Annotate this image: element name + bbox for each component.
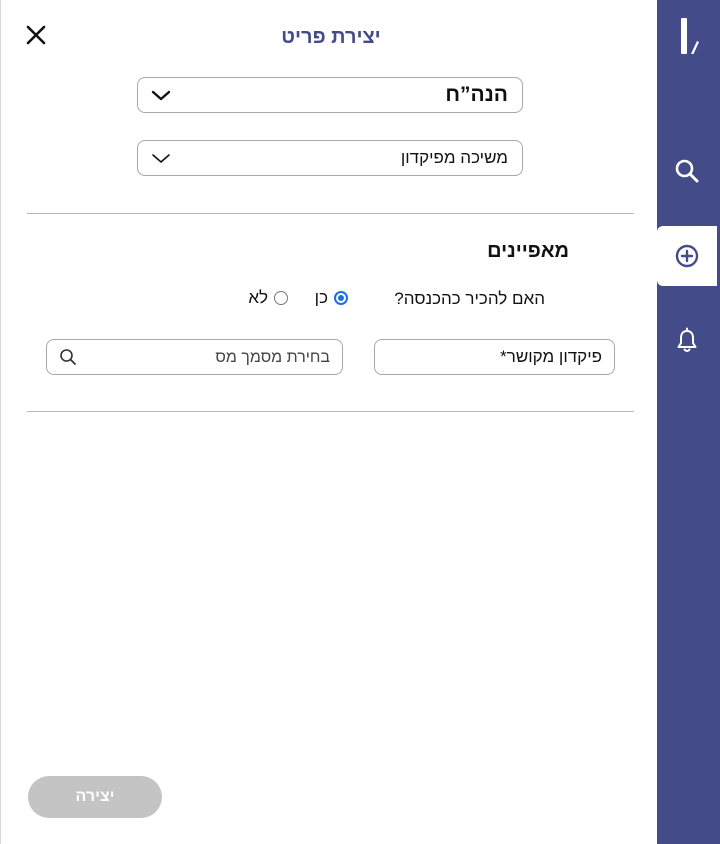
divider [27, 411, 634, 412]
radio-yes-circle[interactable] [334, 291, 348, 305]
close-icon[interactable] [23, 22, 49, 48]
recognize-income-question: האם להכיר כהכנסה? [394, 289, 545, 308]
right-rail [657, 0, 720, 844]
radio-yes-label: כן [314, 288, 328, 307]
logo-icon[interactable] [657, 14, 720, 60]
rail-notifications-button[interactable] [657, 311, 717, 371]
attributes-heading: מאפיינים [487, 240, 569, 262]
radio-no-circle[interactable] [274, 291, 288, 305]
category-select[interactable]: הנה”ח [137, 77, 523, 113]
divider [27, 213, 634, 214]
create-button[interactable]: יצירה [28, 776, 162, 818]
search-icon [675, 159, 699, 183]
tax-document-input[interactable] [83, 344, 332, 372]
category-select-value: הנה”ח [445, 83, 508, 106]
create-item-panel: יצירת פריט הנה”ח משיכה מפיקדון מאפיינים … [0, 0, 657, 844]
rail-search-button[interactable] [657, 141, 717, 201]
app-frame: יצירת פריט הנה”ח משיכה מפיקדון מאפיינים … [0, 0, 720, 844]
radio-no[interactable]: לא [248, 288, 288, 308]
radio-yes[interactable]: כן [315, 288, 348, 308]
page-title: יצירת פריט [281, 26, 381, 48]
type-select-value: משיכה מפיקדון [400, 148, 508, 167]
chevron-down-icon [152, 154, 170, 163]
related-deposit-label: פיקדון מקושר* [500, 347, 602, 366]
bell-icon [677, 327, 697, 352]
search-icon[interactable] [59, 348, 77, 366]
type-select[interactable]: משיכה מפיקדון [137, 140, 523, 176]
radio-no-label: לא [248, 288, 268, 307]
rail-add-button[interactable] [657, 226, 717, 286]
tax-document-search[interactable] [46, 339, 343, 375]
recognize-income-radio-group: כן לא [233, 288, 348, 308]
chevron-down-icon [151, 90, 171, 101]
related-deposit-field[interactable]: פיקדון מקושר* [374, 339, 615, 375]
add-circle-icon [675, 244, 699, 268]
